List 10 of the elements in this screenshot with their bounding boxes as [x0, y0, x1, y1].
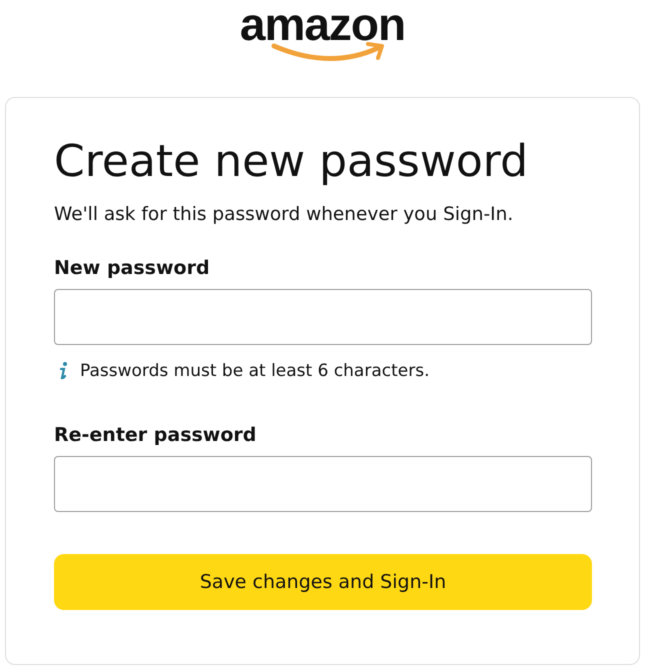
subtitle-text: We'll ask for this password whenever you Sign-In.: [54, 203, 514, 227]
field-label: New password: [54, 256, 211, 280]
password-field[interactable]: [54, 289, 592, 345]
page-title: Create new password: [54, 136, 530, 188]
info-icon: [58, 361, 68, 381]
hint-text: Passwords must be at least 6 characters.: [80, 360, 430, 383]
logo-wordmark: amazon: [240, 0, 406, 48]
field-label: Re-enter password: [54, 423, 258, 447]
password-field[interactable]: [54, 456, 592, 512]
save-button[interactable]: Save changes and Sign-In: [54, 554, 592, 610]
